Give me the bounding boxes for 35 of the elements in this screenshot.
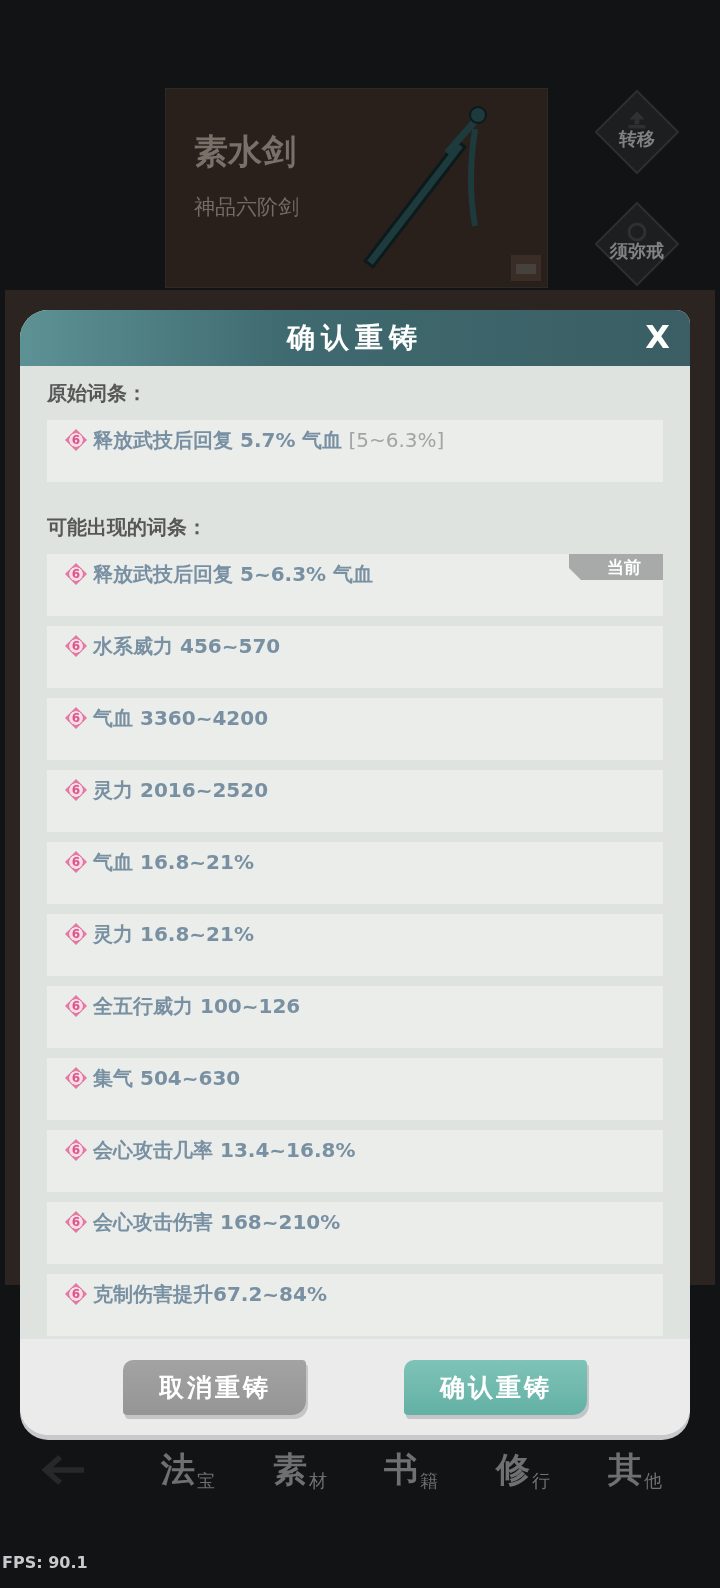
item-name: 素水剑 xyxy=(194,130,297,173)
grade-badge: 6 xyxy=(65,1139,87,1161)
affix-text: 会心攻击几率 13.4~16.8% xyxy=(93,1137,356,1164)
fps-counter: FPS: 90.1 xyxy=(2,1553,88,1572)
section-label: 可能出现的词条： xyxy=(47,514,208,541)
side-button[interactable]: 须弥戒 xyxy=(593,200,681,288)
grade-badge: 6 xyxy=(65,1283,87,1305)
grade-badge: 6 xyxy=(65,563,87,585)
chest-icon xyxy=(511,255,541,281)
affix-text: 克制伤害提升67.2~84% xyxy=(93,1281,327,1308)
affix-text: 全五行威力 100~126 xyxy=(93,993,301,1020)
section-label: 原始词条： xyxy=(47,380,148,407)
dialog-title: 确认重铸 xyxy=(287,320,423,356)
grade-badge: 6 xyxy=(65,429,87,451)
affix-text: 气血 16.8~21% xyxy=(93,849,254,876)
grade-badge: 6 xyxy=(65,995,87,1017)
affix-text: 释放武技后回复 5.7% 气血 xyxy=(93,427,343,454)
item-grade: 神品六阶剑 xyxy=(194,194,300,221)
affix-text: 灵力 16.8~21% xyxy=(93,921,254,948)
grade-badge: 6 xyxy=(65,851,87,873)
close-button[interactable]: X xyxy=(641,318,674,356)
grade-badge: 6 xyxy=(65,1211,87,1233)
affix-text: 集气 504~630 xyxy=(93,1065,241,1092)
grade-badge: 6 xyxy=(65,707,87,729)
affix-text: 水系威力 456~570 xyxy=(93,633,281,660)
affix-text: 会心攻击伤害 168~210% xyxy=(93,1209,341,1236)
grade-badge: 6 xyxy=(65,779,87,801)
affix-text: 释放武技后回复 5~6.3% 气血 xyxy=(93,561,374,588)
grade-badge: 6 xyxy=(65,635,87,657)
affix-text: 气血 3360~4200 xyxy=(93,705,269,732)
affix-range: [5~6.3%] xyxy=(348,427,445,454)
side-button[interactable]: 转移 xyxy=(593,88,681,176)
grade-badge: 6 xyxy=(65,923,87,945)
affix-text: 灵力 2016~2520 xyxy=(93,777,269,804)
grade-badge: 6 xyxy=(65,1067,87,1089)
